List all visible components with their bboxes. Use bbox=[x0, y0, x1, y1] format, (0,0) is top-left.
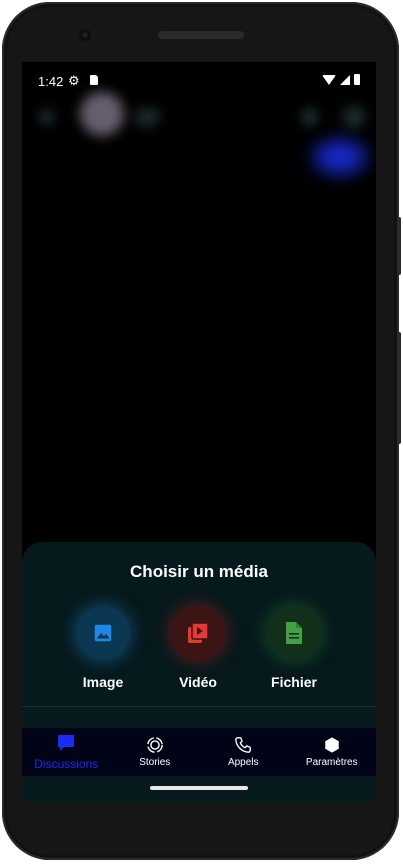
video-library-icon bbox=[188, 622, 209, 643]
status-time: 1:42 bbox=[38, 74, 64, 89]
signal-icon bbox=[340, 74, 350, 85]
video-option-button[interactable]: Vidéo bbox=[158, 606, 238, 690]
video-option-label: Vidéo bbox=[179, 674, 217, 690]
status-bar: 1:42 ⚙ bbox=[22, 62, 376, 100]
blurred-icon bbox=[343, 106, 365, 128]
home-indicator[interactable] bbox=[150, 786, 248, 790]
screen: 1:42 ⚙ Choisir un média Image Vidéo Fich… bbox=[22, 62, 376, 802]
video-option-circle[interactable] bbox=[171, 606, 225, 660]
image-option-button[interactable]: Image bbox=[63, 606, 143, 690]
blurred-icon bbox=[134, 108, 160, 126]
power-button bbox=[397, 217, 401, 275]
tab-stories[interactable]: Stories bbox=[111, 728, 200, 776]
file-option-button[interactable]: Fichier bbox=[254, 606, 334, 690]
blurred-icon bbox=[302, 109, 318, 125]
stories-icon bbox=[146, 737, 163, 753]
tab-discussions-label: Discussions bbox=[34, 757, 99, 771]
blurred-icon bbox=[40, 110, 54, 124]
tab-appels-label: Appels bbox=[227, 757, 259, 768]
tab-stories-label: Stories bbox=[139, 757, 171, 768]
blurred-button bbox=[314, 140, 366, 174]
image-icon bbox=[94, 624, 112, 642]
phone-icon bbox=[235, 737, 252, 753]
image-option-label: Image bbox=[82, 674, 124, 690]
file-option-label: Fichier bbox=[271, 674, 317, 690]
status-icons bbox=[322, 74, 360, 85]
sheet-divider bbox=[22, 706, 376, 707]
image-option-circle[interactable] bbox=[76, 606, 130, 660]
tab-parametres[interactable]: Paramètres bbox=[288, 728, 377, 776]
tab-appels[interactable]: Appels bbox=[199, 728, 288, 776]
wifi-icon bbox=[322, 74, 336, 85]
battery-icon bbox=[354, 74, 360, 85]
bottom-tab-bar: Discussions Stories Appels Paramètres bbox=[22, 728, 376, 776]
tab-parametres-label: Paramètres bbox=[305, 757, 358, 768]
sheet-title: Choisir un média bbox=[130, 562, 268, 581]
earpiece-speaker bbox=[158, 31, 244, 39]
front-camera bbox=[79, 29, 91, 41]
file-icon bbox=[286, 622, 302, 644]
file-option-circle[interactable] bbox=[267, 606, 321, 660]
hexagon-icon bbox=[325, 737, 339, 753]
chat-bubble-icon bbox=[58, 735, 75, 751]
sd-card-icon bbox=[90, 75, 98, 85]
volume-button bbox=[397, 332, 401, 444]
gear-icon: ⚙ bbox=[68, 73, 80, 88]
tab-discussions[interactable]: Discussions bbox=[22, 728, 111, 776]
